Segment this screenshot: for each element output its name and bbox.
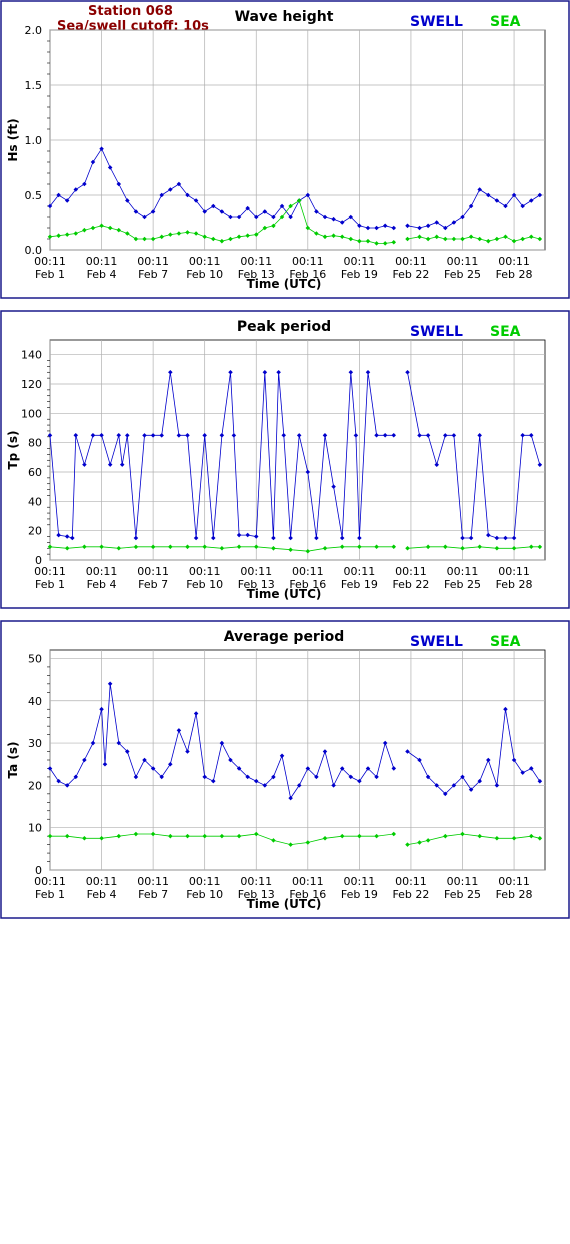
x-tick-time: 00:11: [86, 255, 118, 268]
x-tick-time: 00:11: [498, 875, 530, 888]
y-axis-label: Ta (s): [6, 741, 20, 778]
x-axis-label: Time (UTC): [247, 277, 322, 291]
x-tick-time: 00:11: [447, 255, 479, 268]
wave-report-figure: Station 068 Sea/swell cutoff: 10s Wave h…: [0, 0, 570, 919]
y-tick-label: 0.5: [25, 189, 43, 202]
chart-title: Average period: [224, 629, 345, 645]
x-tick-date: Feb 7: [138, 578, 168, 591]
y-tick-label: 60: [28, 466, 42, 479]
y-tick-label: 10: [28, 822, 42, 835]
peak-period-panel: Peak period SWELL SEA 020406080100120140…: [0, 310, 570, 609]
wave-height-panel: Station 068 Sea/swell cutoff: 10s Wave h…: [0, 0, 570, 299]
x-tick-time: 00:11: [137, 875, 169, 888]
legend-swell: SWELL: [410, 14, 463, 30]
x-tick-date: Feb 7: [138, 888, 168, 901]
y-tick-label: 1.0: [25, 134, 43, 147]
y-tick-label: 20: [28, 525, 42, 538]
x-tick-time: 00:11: [344, 565, 376, 578]
x-tick-date: Feb 19: [341, 888, 378, 901]
average-period-panel: Average period SWELL SEA 01020304050 00:…: [0, 620, 570, 919]
y-tick-label: 30: [28, 737, 42, 750]
x-tick-time: 00:11: [34, 565, 66, 578]
y-axis-label: Hs (ft): [6, 118, 20, 161]
x-tick-time: 00:11: [86, 875, 118, 888]
x-tick-date: Feb 4: [87, 578, 117, 591]
x-axis-label: Time (UTC): [247, 587, 322, 601]
x-tick-time: 00:11: [137, 255, 169, 268]
x-tick-time: 00:11: [240, 565, 272, 578]
x-tick-time: 00:11: [447, 875, 479, 888]
x-tick-time: 00:11: [240, 255, 272, 268]
y-tick-label: 120: [21, 378, 42, 391]
x-tick-time: 00:11: [447, 565, 479, 578]
x-tick-time: 00:11: [240, 875, 272, 888]
x-tick-time: 00:11: [189, 565, 221, 578]
x-tick-time: 00:11: [292, 875, 324, 888]
x-tick-date: Feb 10: [186, 888, 223, 901]
x-tick-time: 00:11: [34, 875, 66, 888]
x-tick-time: 00:11: [344, 255, 376, 268]
x-tick-time: 00:11: [498, 565, 530, 578]
x-tick-date: Feb 10: [186, 268, 223, 281]
y-tick-label: 2.0: [25, 24, 43, 37]
x-tick-date: Feb 22: [392, 888, 429, 901]
y-axis-label: Tp (s): [6, 430, 20, 469]
y-tick-label: 80: [28, 437, 42, 450]
y-tick-label: 40: [28, 495, 42, 508]
x-tick-date: Feb 19: [341, 578, 378, 591]
x-tick-time: 00:11: [189, 875, 221, 888]
x-tick-time: 00:11: [34, 255, 66, 268]
x-tick-time: 00:11: [395, 255, 427, 268]
x-tick-time: 00:11: [498, 255, 530, 268]
x-tick-time: 00:11: [344, 875, 376, 888]
x-tick-date: Feb 28: [496, 888, 533, 901]
x-tick-date: Feb 22: [392, 268, 429, 281]
x-tick-time: 00:11: [189, 255, 221, 268]
x-tick-date: Feb 19: [341, 268, 378, 281]
x-tick-time: 00:11: [292, 565, 324, 578]
y-tick-label: 140: [21, 349, 42, 362]
x-tick-date: Feb 4: [87, 268, 117, 281]
x-tick-date: Feb 28: [496, 578, 533, 591]
legend-swell: SWELL: [410, 634, 463, 650]
x-tick-date: Feb 1: [35, 888, 65, 901]
x-tick-date: Feb 25: [444, 888, 481, 901]
x-tick-date: Feb 22: [392, 578, 429, 591]
y-tick-label: 40: [28, 695, 42, 708]
y-tick-label: 20: [28, 779, 42, 792]
x-tick-date: Feb 10: [186, 578, 223, 591]
plot-area: [49, 339, 546, 561]
x-tick-time: 00:11: [395, 875, 427, 888]
chart-title: Wave height: [235, 9, 334, 25]
x-tick-date: Feb 7: [138, 268, 168, 281]
x-tick-date: Feb 1: [35, 268, 65, 281]
station-name: Station 068: [88, 4, 173, 19]
legend-sea: SEA: [490, 14, 521, 30]
y-tick-label: 50: [28, 652, 42, 665]
chart-title: Peak period: [237, 319, 331, 335]
x-tick-date: Feb 25: [444, 578, 481, 591]
x-tick-time: 00:11: [292, 255, 324, 268]
legend-sea: SEA: [490, 324, 521, 340]
x-axis-label: Time (UTC): [247, 897, 322, 911]
plot-area: [49, 649, 546, 871]
legend-swell: SWELL: [410, 324, 463, 340]
x-tick-time: 00:11: [395, 565, 427, 578]
x-tick-date: Feb 1: [35, 578, 65, 591]
x-tick-date: Feb 25: [444, 268, 481, 281]
x-tick-time: 00:11: [137, 565, 169, 578]
x-tick-date: Feb 28: [496, 268, 533, 281]
x-tick-time: 00:11: [86, 565, 118, 578]
x-tick-date: Feb 4: [87, 888, 117, 901]
y-tick-label: 1.5: [25, 79, 43, 92]
y-tick-label: 100: [21, 407, 42, 420]
legend-sea: SEA: [490, 634, 521, 650]
